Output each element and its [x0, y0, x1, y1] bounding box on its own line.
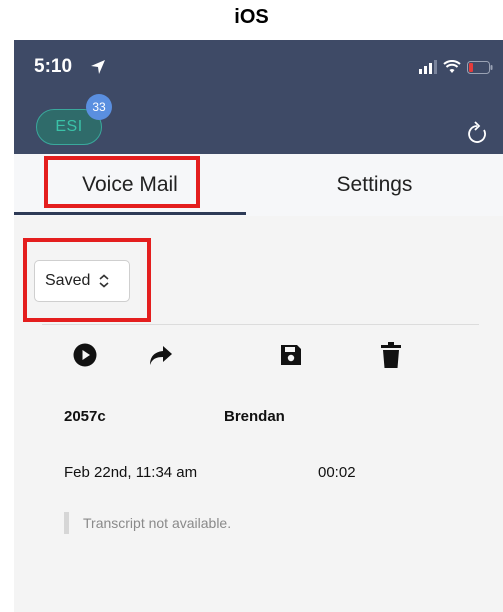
signal-icon: [419, 60, 437, 74]
status-time: 5:10: [34, 56, 73, 77]
message-caller: Brendan: [224, 408, 285, 425]
save-button[interactable]: [276, 340, 306, 370]
wifi-icon: [443, 60, 461, 73]
play-button[interactable]: [70, 340, 100, 370]
forward-button[interactable]: [146, 340, 176, 370]
highlight-box-voice-mail: [44, 156, 200, 208]
message-date: Feb 22nd, 11:34 am: [64, 464, 198, 481]
tab-bar: Voice Mail Settings: [14, 154, 503, 216]
message-duration: 00:02: [318, 464, 356, 481]
chevron-up-down-icon: [99, 274, 109, 288]
floppy-disk-icon: [281, 345, 301, 365]
battery-low-icon: [467, 60, 493, 74]
trash-icon: [381, 342, 401, 368]
message-extension: 2057c: [64, 408, 106, 425]
refresh-icon[interactable]: [465, 120, 489, 146]
active-tab-indicator: [14, 212, 246, 215]
app-header: 5:10 ESI 33: [14, 40, 503, 154]
platform-caption: iOS: [234, 6, 269, 28]
tab-settings[interactable]: Settings: [246, 154, 503, 216]
transcript-text: Transcript not available.: [64, 512, 231, 534]
play-circle-icon: [73, 343, 97, 367]
filter-selected-value: Saved: [45, 272, 91, 289]
location-arrow-icon: [91, 60, 105, 74]
divider: [42, 324, 479, 325]
notification-count-badge: 33: [86, 94, 112, 120]
status-indicators: [419, 60, 493, 74]
mailbox-filter-select[interactable]: Saved: [34, 260, 130, 302]
phone-screen: 5:10 ESI 33 Voice Mail Settings Saved 20…: [14, 40, 503, 612]
message-actions: [14, 340, 503, 370]
forward-arrow-icon: [150, 346, 172, 365]
delete-button[interactable]: [376, 340, 406, 370]
